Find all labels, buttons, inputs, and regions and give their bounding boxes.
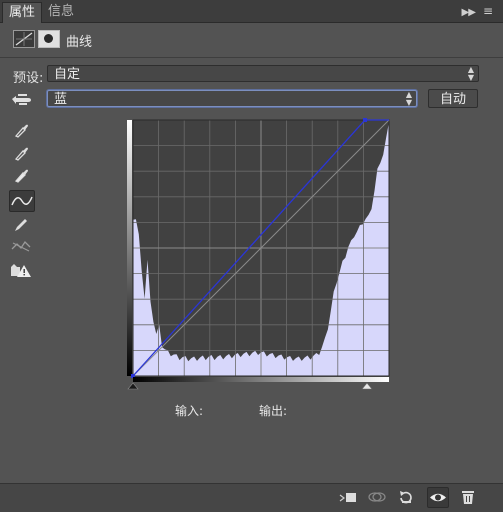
reset-icon[interactable]: [396, 489, 416, 505]
draw-pencil-icon[interactable]: [10, 215, 32, 233]
channel-value: 蓝: [54, 92, 68, 107]
preset-select[interactable]: 自定 ▲ ▼: [47, 65, 479, 82]
targeted-adjustment-hand-icon[interactable]: [11, 92, 33, 106]
black-point-eyedropper-icon[interactable]: [10, 120, 32, 138]
curves-graph[interactable]: [127, 118, 392, 396]
panel-tab-bar: 属性 信息 ▶▶ ≡: [0, 0, 503, 23]
toggle-visibility-icon[interactable]: [427, 487, 449, 508]
curves-adjustment-icon[interactable]: [13, 30, 35, 48]
panel-title: 曲线: [66, 35, 93, 50]
tab-properties[interactable]: 属性: [2, 2, 43, 23]
smooth-curve-icon[interactable]: [10, 237, 32, 255]
gray-point-eyedropper-icon[interactable]: [10, 143, 32, 161]
tab-info[interactable]: 信息: [42, 2, 80, 22]
preset-value: 自定: [54, 67, 81, 82]
edit-points-curve-icon[interactable]: [9, 190, 35, 212]
menu-icon[interactable]: ≡: [483, 4, 493, 18]
auto-button[interactable]: 自动: [428, 89, 478, 108]
curve-point-white: [363, 118, 367, 122]
layer-mask-icon[interactable]: [38, 30, 60, 48]
updown-arrows-icon: ▲ ▼: [467, 64, 474, 82]
white-point-eyedropper-icon[interactable]: [10, 165, 32, 183]
clipping-warning-icon[interactable]: [10, 262, 32, 280]
preset-label: 预设:: [13, 71, 44, 86]
input-value-label: 输入:: [175, 404, 204, 418]
white-point-slider: [361, 382, 373, 390]
divider: [0, 57, 503, 58]
view-previous-state-icon[interactable]: [367, 489, 387, 505]
panel-menu-button[interactable]: ▶▶ ≡: [462, 4, 493, 18]
delete-trash-icon[interactable]: [458, 489, 478, 505]
clip-to-layer-icon[interactable]: [338, 489, 358, 505]
input-gradient-bar: [133, 377, 389, 382]
panel-footer: [0, 483, 503, 512]
black-point-slider: [127, 382, 139, 390]
channel-select[interactable]: 蓝 ▲ ▼: [47, 90, 417, 107]
collapse-icon[interactable]: ▶▶: [462, 7, 476, 18]
output-value-label: 输出:: [259, 404, 288, 418]
updown-arrows-icon: ▲ ▼: [405, 89, 412, 107]
output-gradient-bar: [127, 120, 132, 376]
